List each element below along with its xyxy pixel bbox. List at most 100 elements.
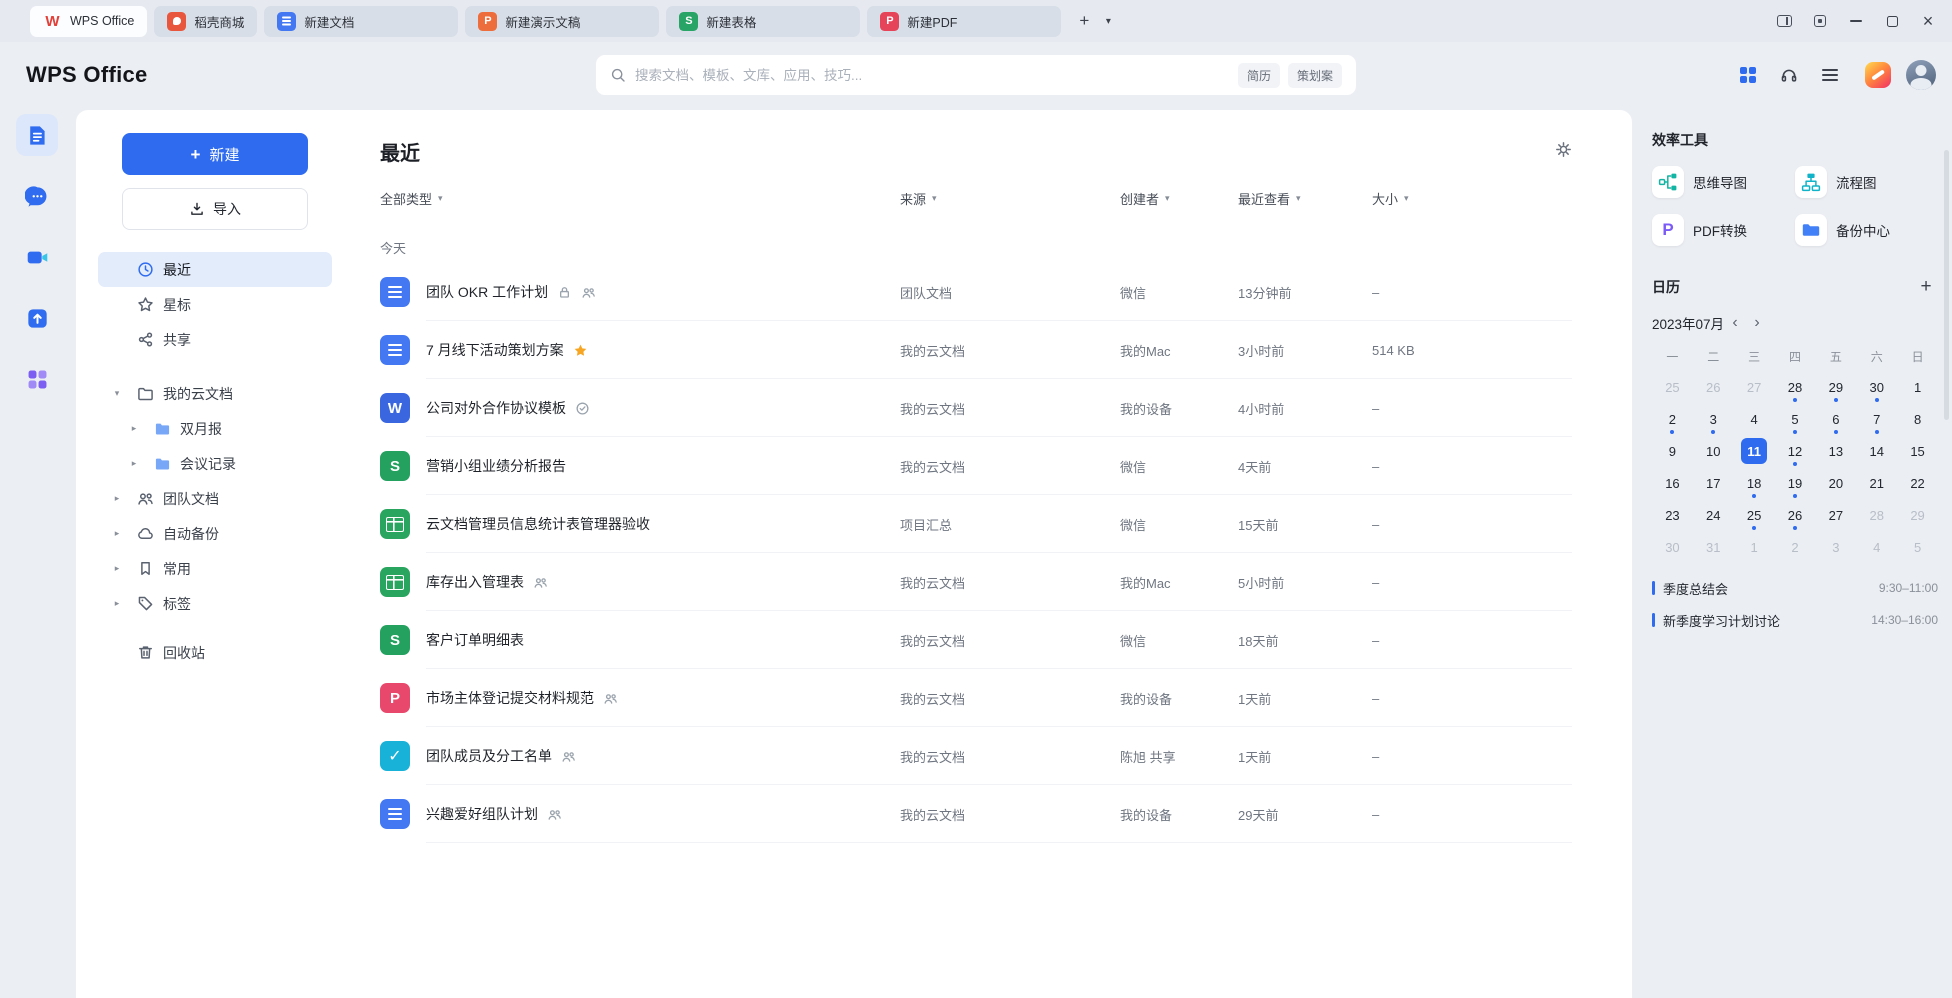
calendar-day[interactable]: 27 — [1815, 499, 1856, 531]
workspace-layout-button[interactable] — [1766, 0, 1802, 42]
file-row[interactable]: 市场主体登记提交材料规范我的云文档我的设备1天前– — [380, 669, 1572, 727]
expander-icon[interactable]: ▸ — [110, 528, 124, 539]
file-row[interactable]: 7 月线下活动策划方案我的云文档我的Mac3小时前514 KB — [380, 321, 1572, 379]
file-row[interactable]: 团队成员及分工名单我的云文档陈旭 共享1天前– — [380, 727, 1572, 785]
calendar-day[interactable]: 4 — [1856, 531, 1897, 563]
calendar-day[interactable]: 9 — [1652, 435, 1693, 467]
support-button[interactable] — [1771, 57, 1807, 93]
calendar-day[interactable]: 17 — [1693, 467, 1734, 499]
calendar-day[interactable]: 13 — [1815, 435, 1856, 467]
expander-icon[interactable]: ▾ — [110, 388, 124, 399]
rail-item-meeting[interactable] — [16, 236, 58, 278]
expander-icon[interactable]: ▸ — [127, 423, 141, 434]
calendar-add-button[interactable]: + — [1914, 276, 1938, 298]
calendar-day[interactable]: 2 — [1775, 531, 1816, 563]
filter-viewed[interactable]: 最近查看▾ — [1238, 188, 1372, 208]
calendar-day[interactable]: 12 — [1775, 435, 1816, 467]
menu-button[interactable] — [1812, 57, 1848, 93]
calendar-day[interactable]: 23 — [1652, 499, 1693, 531]
maximize-button[interactable] — [1874, 0, 1910, 42]
calendar-day[interactable]: 1 — [1734, 531, 1775, 563]
tool-mindmap[interactable]: 思维导图 — [1652, 166, 1795, 198]
calendar-day[interactable]: 10 — [1693, 435, 1734, 467]
tab-6[interactable]: 新建PDF — [867, 6, 1061, 37]
file-row[interactable]: 库存出入管理表我的云文档我的Mac5小时前– — [380, 553, 1572, 611]
expander-icon[interactable]: ▸ — [110, 598, 124, 609]
calendar-prev-button[interactable]: ‹ — [1724, 312, 1746, 334]
sidebar-item-bimonthly-report[interactable]: ▸双月报 — [98, 411, 332, 446]
calendar-day[interactable]: 27 — [1734, 371, 1775, 403]
calendar-day[interactable]: 18 — [1734, 467, 1775, 499]
calendar-event[interactable]: 新季度学习计划讨论14:30–16:00 — [1652, 607, 1938, 633]
tab-1[interactable]: WPS Office — [30, 6, 147, 37]
calendar-next-button[interactable]: › — [1746, 312, 1768, 334]
file-row[interactable]: 云文档管理员信息统计表管理器验收项目汇总微信15天前– — [380, 495, 1572, 553]
sidebar-item-frequent[interactable]: ▸常用 — [98, 551, 332, 586]
search-bar[interactable]: 简历策划案 — [596, 55, 1356, 95]
calendar-day[interactable]: 28 — [1856, 499, 1897, 531]
minimize-button[interactable] — [1838, 0, 1874, 42]
expander-icon[interactable]: ▸ — [110, 493, 124, 504]
filter-size[interactable]: 大小▾ — [1372, 188, 1572, 208]
filter-type[interactable]: 全部类型▾ — [380, 188, 900, 208]
sidebar-item-tags[interactable]: ▸标签 — [98, 586, 332, 621]
calendar-day[interactable]: 1 — [1897, 371, 1938, 403]
calendar-day[interactable]: 29 — [1897, 499, 1938, 531]
calendar-day[interactable]: 8 — [1897, 403, 1938, 435]
vip-badge[interactable] — [1865, 62, 1891, 88]
tab-3[interactable]: 新建文档 — [264, 6, 458, 37]
sidebar-item-starred[interactable]: 星标 — [98, 287, 332, 322]
calendar-day[interactable]: 3 — [1815, 531, 1856, 563]
close-button[interactable]: × — [1910, 0, 1946, 42]
calendar-day[interactable]: 16 — [1652, 467, 1693, 499]
tab-4[interactable]: 新建演示文稿 — [465, 6, 659, 37]
calendar-event[interactable]: 季度总结会9:30–11:00 — [1652, 575, 1938, 601]
filter-creator[interactable]: 创建者▾ — [1120, 188, 1238, 208]
avatar[interactable] — [1906, 60, 1936, 90]
file-row[interactable]: 客户订单明细表我的云文档微信18天前– — [380, 611, 1572, 669]
sidebar-item-my-cloud-docs[interactable]: ▾我的云文档 — [98, 376, 332, 411]
tab-list-dropdown[interactable]: ▾ — [1097, 8, 1119, 34]
search-input[interactable] — [635, 68, 1238, 83]
tool-flowchart[interactable]: 流程图 — [1795, 166, 1938, 198]
tool-backup-center[interactable]: 备份中心 — [1795, 214, 1938, 246]
sidebar-item-auto-backup[interactable]: ▸自动备份 — [98, 516, 332, 551]
calendar-day[interactable]: 6 — [1815, 403, 1856, 435]
rail-item-transfer[interactable] — [16, 297, 58, 339]
tab-5[interactable]: 新建表格 — [666, 6, 860, 37]
calendar-day[interactable]: 26 — [1693, 371, 1734, 403]
expander-icon[interactable]: ▸ — [127, 458, 141, 469]
calendar-day[interactable]: 3 — [1693, 403, 1734, 435]
calendar-day[interactable]: 19 — [1775, 467, 1816, 499]
file-row[interactable]: 公司对外合作协议模板我的云文档我的设备4小时前– — [380, 379, 1572, 437]
calendar-day[interactable]: 26 — [1775, 499, 1816, 531]
sidebar-item-shared[interactable]: 共享 — [98, 322, 332, 357]
calendar-day[interactable]: 5 — [1897, 531, 1938, 563]
filter-source[interactable]: 来源▾ — [900, 188, 1120, 208]
file-row[interactable]: 营销小组业绩分析报告我的云文档微信4天前– — [380, 437, 1572, 495]
rail-item-chat[interactable] — [16, 175, 58, 217]
calendar-day[interactable]: 25 — [1652, 371, 1693, 403]
list-settings-button[interactable] — [1555, 141, 1572, 161]
calendar-day[interactable]: 5 — [1775, 403, 1816, 435]
sidebar-item-recent[interactable]: 最近 — [98, 252, 332, 287]
calendar-day[interactable]: 21 — [1856, 467, 1897, 499]
calendar-day[interactable]: 2 — [1652, 403, 1693, 435]
search-tag[interactable]: 策划案 — [1288, 63, 1342, 88]
new-tab-button[interactable]: + — [1071, 8, 1097, 34]
sidebar-item-team-docs[interactable]: ▸团队文档 — [98, 481, 332, 516]
appearance-button[interactable] — [1802, 0, 1838, 42]
calendar-day[interactable]: 20 — [1815, 467, 1856, 499]
tool-pdf-convert[interactable]: PPDF转换 — [1652, 214, 1795, 246]
search-tag[interactable]: 简历 — [1238, 63, 1280, 88]
calendar-day[interactable]: 30 — [1856, 371, 1897, 403]
rail-item-apps[interactable] — [16, 358, 58, 400]
calendar-day[interactable]: 28 — [1775, 371, 1816, 403]
calendar-day[interactable]: 14 — [1856, 435, 1897, 467]
apps-grid-button[interactable] — [1730, 57, 1766, 93]
calendar-day[interactable]: 29 — [1815, 371, 1856, 403]
import-button[interactable]: 导入 — [122, 188, 308, 230]
calendar-day[interactable]: 7 — [1856, 403, 1897, 435]
sidebar-item-trash[interactable]: 回收站 — [98, 635, 332, 670]
rail-item-docs[interactable] — [16, 114, 58, 156]
